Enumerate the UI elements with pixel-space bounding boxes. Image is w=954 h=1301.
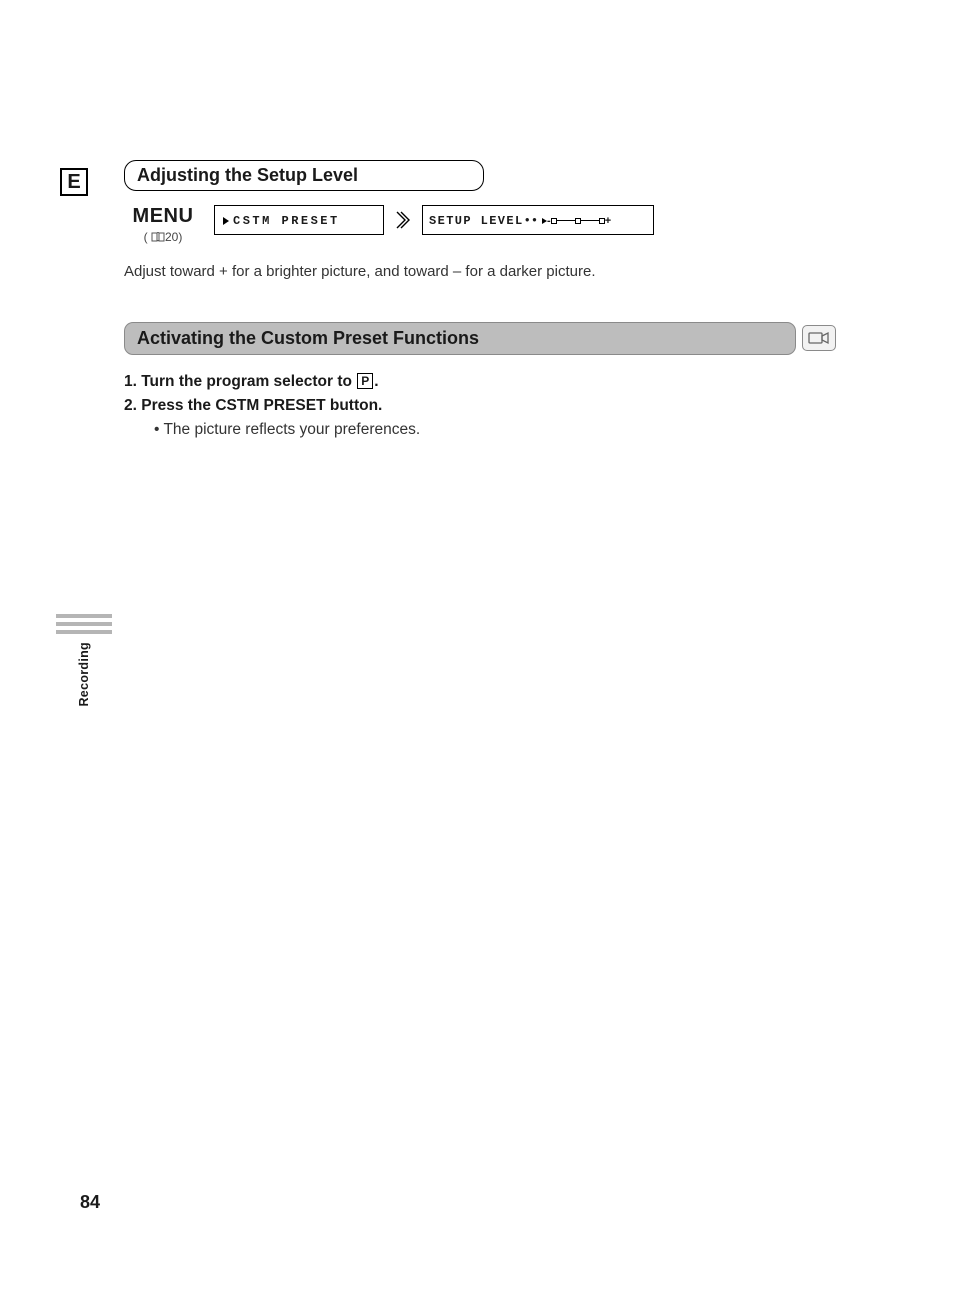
side-tab-recording: Recording bbox=[56, 614, 112, 707]
side-tab-label: Recording bbox=[77, 642, 91, 707]
slider-plus: + bbox=[605, 215, 611, 227]
double-chevron-right-icon bbox=[396, 205, 410, 235]
triangle-right-icon bbox=[223, 217, 229, 225]
section-title-adjusting-setup-level: Adjusting the Setup Level bbox=[124, 160, 484, 191]
instruction-steps: 1. Turn the program selector to P. 2. Pr… bbox=[124, 373, 894, 439]
setup-level-label: SETUP LEVEL bbox=[429, 214, 524, 228]
menu-label: MENU bbox=[124, 205, 202, 228]
section-title-activating-custom-preset: Activating the Custom Preset Functions bbox=[124, 322, 796, 355]
setup-level-slider-icon: - + bbox=[542, 215, 611, 227]
book-icon bbox=[151, 231, 165, 245]
step-2-bullet: • The picture reflects your preferences. bbox=[154, 421, 894, 439]
ref-prefix: ( bbox=[144, 230, 151, 244]
camera-mode-icon bbox=[802, 325, 836, 351]
side-tab-lines-icon bbox=[56, 614, 112, 634]
step-1: 1. Turn the program selector to P. bbox=[124, 373, 894, 391]
menu-page-reference: ( 20) bbox=[124, 230, 202, 245]
step-1-text-suffix: . bbox=[374, 373, 378, 390]
language-indicator: E bbox=[60, 168, 88, 196]
menu-path-box-cstm-preset: CSTM PRESET bbox=[214, 205, 384, 235]
step-1-text-prefix: 1. Turn the program selector to bbox=[124, 373, 356, 390]
menu-path-box-setup-level: SETUP LEVEL •• - + bbox=[422, 205, 654, 235]
menu-path-row: MENU ( 20) CSTM PRESET SETUP LEVEL •• bbox=[124, 205, 894, 245]
program-selector-p-icon: P bbox=[357, 373, 373, 389]
page-number: 84 bbox=[80, 1192, 100, 1213]
ref-page-number: 20 bbox=[165, 230, 178, 244]
adjust-instruction-text: Adjust toward + for a brighter picture, … bbox=[124, 263, 894, 280]
menu-label-block: MENU ( 20) bbox=[124, 205, 202, 245]
ref-suffix: ) bbox=[178, 230, 182, 244]
cstm-preset-label: CSTM PRESET bbox=[233, 214, 340, 228]
step-2: 2. Press the CSTM PRESET button. bbox=[124, 397, 894, 415]
